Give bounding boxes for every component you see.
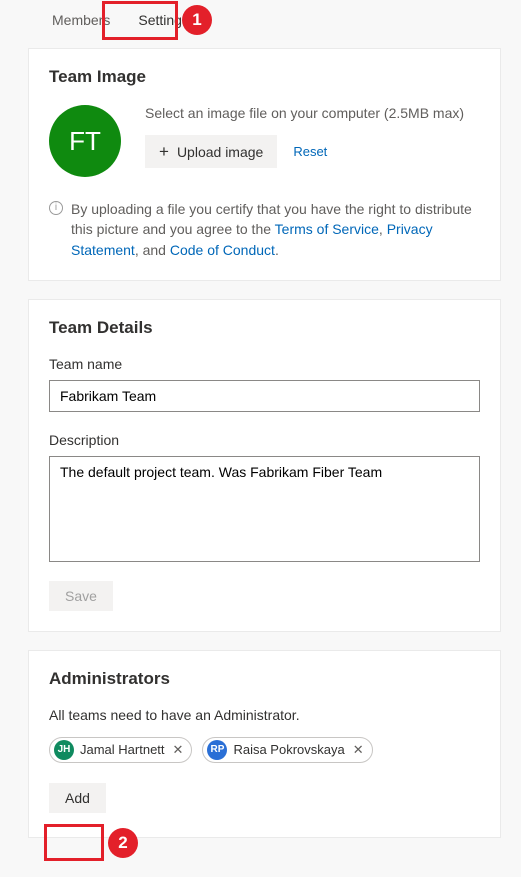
- card-administrators: Administrators All teams need to have an…: [28, 650, 501, 838]
- card-team-details: Team Details Team name Description Save: [28, 299, 501, 632]
- avatar: JH: [54, 740, 74, 760]
- team-name-label: Team name: [49, 356, 480, 372]
- upload-image-label: Upload image: [177, 144, 263, 160]
- annotation-callout-2: 2: [108, 828, 138, 858]
- administrators-chips: JH Jamal Hartnett ✕ RP Raisa Pokrovskaya ✕: [49, 737, 480, 763]
- remove-icon[interactable]: ✕: [351, 742, 366, 758]
- tabs: Members Settings 1: [10, 0, 511, 36]
- upload-hint: Select an image file on your computer (2…: [145, 105, 480, 121]
- code-of-conduct-link[interactable]: Code of Conduct: [170, 242, 275, 258]
- team-details-heading: Team Details: [49, 318, 480, 338]
- reset-link[interactable]: Reset: [293, 144, 327, 159]
- description-textarea[interactable]: [49, 456, 480, 562]
- admin-chip[interactable]: RP Raisa Pokrovskaya ✕: [202, 737, 372, 763]
- admin-name: Raisa Pokrovskaya: [233, 742, 344, 757]
- administrators-hint: All teams need to have an Administrator.: [49, 707, 480, 723]
- save-button[interactable]: Save: [49, 581, 113, 611]
- tab-members[interactable]: Members: [38, 4, 124, 36]
- legal-text: By uploading a file you certify that you…: [71, 199, 480, 260]
- avatar: RP: [207, 740, 227, 760]
- add-button[interactable]: Add: [49, 783, 106, 813]
- admin-name: Jamal Hartnett: [80, 742, 165, 757]
- team-name-input[interactable]: [49, 380, 480, 412]
- terms-of-service-link[interactable]: Terms of Service: [275, 221, 379, 237]
- info-icon: i: [49, 201, 63, 215]
- annotation-callout-1: 1: [182, 5, 212, 35]
- upload-image-button[interactable]: + Upload image: [145, 135, 277, 168]
- team-image-heading: Team Image: [49, 67, 480, 87]
- card-team-image: Team Image FT Select an image file on yo…: [28, 48, 501, 281]
- administrators-heading: Administrators: [49, 669, 480, 689]
- remove-icon[interactable]: ✕: [171, 742, 186, 758]
- description-label: Description: [49, 432, 480, 448]
- admin-chip[interactable]: JH Jamal Hartnett ✕: [49, 737, 192, 763]
- team-avatar: FT: [49, 105, 121, 177]
- plus-icon: +: [159, 143, 169, 160]
